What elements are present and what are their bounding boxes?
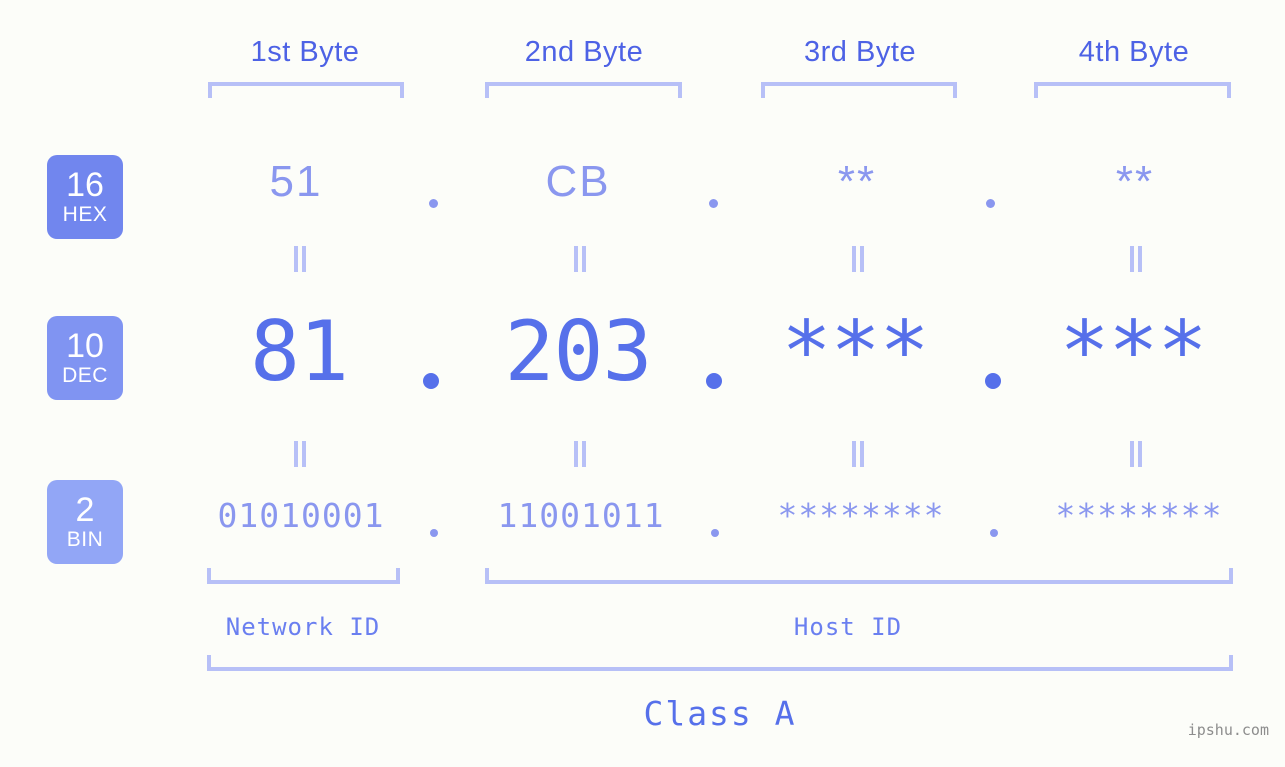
bin-byte-1-value: 01010001 (217, 496, 385, 535)
equals-mark-dec-bin-1 (293, 441, 307, 467)
base-badge-dec-number: 10 (66, 326, 104, 365)
base-badge-dec-abbr: DEC (62, 363, 108, 387)
byte-header-3: 3rd Byte (804, 36, 916, 68)
dec-byte-2-value: 203 (504, 303, 653, 400)
bin-dot-separator-1 (430, 529, 438, 537)
base-badge-hex-abbr: HEX (62, 202, 108, 226)
base-badge-hex: 16 HEX (47, 155, 123, 239)
hex-byte-1-value: 51 (269, 157, 323, 206)
equals-mark-hex-dec-1 (293, 246, 307, 272)
base-badge-hex-number: 16 (66, 165, 104, 204)
network-id-bracket (207, 568, 400, 584)
host-id-bracket (485, 568, 1233, 584)
equals-mark-hex-dec-4 (1129, 246, 1143, 272)
bin-byte-3-value: ******** (777, 496, 945, 535)
byte-header-2: 2nd Byte (524, 36, 644, 68)
base-badge-bin: 2 BIN (47, 480, 123, 564)
dec-byte-4-value: *** (1059, 303, 1208, 400)
hex-dot-separator-3 (986, 199, 995, 208)
hex-byte-3-value: ** (837, 157, 877, 206)
base-badge-bin-number: 2 (75, 490, 95, 529)
equals-mark-hex-dec-2 (573, 246, 587, 272)
dec-byte-1-value: 81 (250, 303, 349, 400)
hex-dot-separator-1 (429, 199, 438, 208)
bin-byte-2-value: 11001011 (497, 496, 665, 535)
bin-dot-separator-3 (990, 529, 998, 537)
equals-mark-dec-bin-2 (573, 441, 587, 467)
equals-mark-hex-dec-3 (851, 246, 865, 272)
hex-byte-2-value: CB (545, 157, 611, 206)
byte-header-1: 1st Byte (250, 36, 360, 68)
base-badge-bin-abbr: BIN (66, 527, 104, 551)
dec-byte-3-value: *** (781, 303, 930, 400)
site-watermark: ipshu.com (1187, 721, 1269, 739)
byte-bracket-1 (208, 82, 404, 98)
bin-dot-separator-2 (711, 529, 719, 537)
byte-bracket-2 (485, 82, 682, 98)
host-id-label: Host ID (793, 613, 903, 641)
class-label: Class A (643, 694, 797, 733)
class-bracket (207, 655, 1233, 671)
bin-byte-4-value: ******** (1055, 496, 1223, 535)
equals-mark-dec-bin-4 (1129, 441, 1143, 467)
base-badge-dec: 10 DEC (47, 316, 123, 400)
dec-dot-separator-3 (985, 373, 1001, 389)
hex-dot-separator-2 (709, 199, 718, 208)
byte-bracket-4 (1034, 82, 1231, 98)
network-id-label: Network ID (225, 613, 381, 641)
dec-dot-separator-1 (423, 373, 439, 389)
byte-header-4: 4th Byte (1078, 36, 1190, 68)
ip-address-breakdown-diagram: 1st Byte 2nd Byte 3rd Byte 4th Byte 16 H… (0, 0, 1285, 767)
hex-byte-4-value: ** (1115, 157, 1155, 206)
dec-dot-separator-2 (706, 373, 722, 389)
byte-bracket-3 (761, 82, 957, 98)
equals-mark-dec-bin-3 (851, 441, 865, 467)
